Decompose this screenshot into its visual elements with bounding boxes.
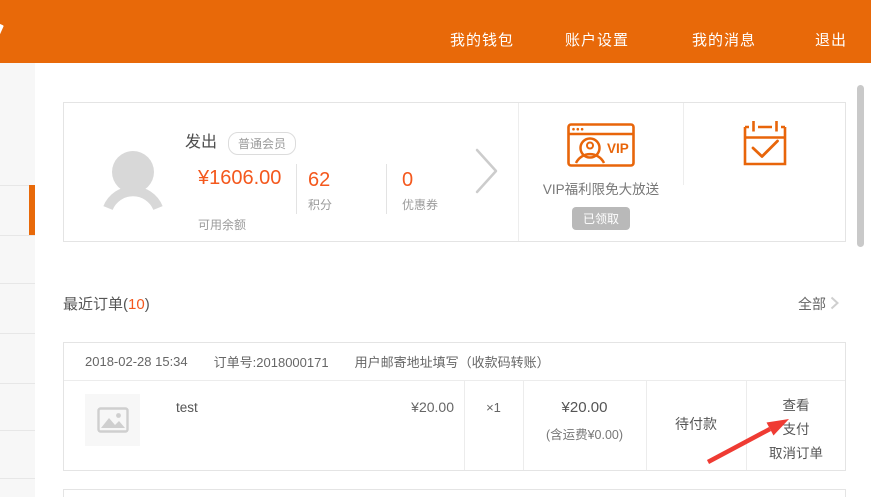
checkin-section xyxy=(684,103,846,241)
quantity: ×1 xyxy=(464,400,523,415)
order-header: 2018-02-28 15:34 订单号:2018000171 用户邮寄地址填写… xyxy=(64,343,845,381)
sidebar-divider xyxy=(0,383,35,384)
user-center-page: 我的钱包 账户设置 我的消息 退出 发出 普通会员 ¥1606.00 可用余额 … xyxy=(0,0,871,497)
stat-divider xyxy=(386,164,387,214)
pay-order-link[interactable]: 支付 xyxy=(746,418,846,438)
recent-orders-title: 最近订单(10) xyxy=(63,293,150,314)
sidebar-active-indicator[interactable] xyxy=(29,185,35,235)
balance-label: 可用余额 xyxy=(198,216,246,233)
svg-text:VIP: VIP xyxy=(607,141,629,156)
points-value[interactable]: 62 xyxy=(308,167,330,193)
top-navbar: 我的钱包 账户设置 我的消息 退出 xyxy=(0,0,871,63)
orders-count: 10 xyxy=(128,296,145,313)
view-order-link[interactable]: 查看 xyxy=(746,394,846,414)
coupons-label: 优惠券 xyxy=(402,196,438,213)
sidebar-divider xyxy=(0,333,35,334)
chevron-right-icon[interactable] xyxy=(474,147,500,200)
points-label: 积分 xyxy=(308,196,332,213)
order-status: 待付款 xyxy=(646,414,746,434)
member-level-badge: 普通会员 xyxy=(228,132,296,155)
order-card-partial xyxy=(63,489,846,497)
profile-card: 发出 普通会员 ¥1606.00 可用余额 62 积分 0 优惠券 xyxy=(63,102,846,242)
product-thumbnail[interactable] xyxy=(85,394,140,446)
shipping-note: (含运费¥0.00) xyxy=(523,424,646,443)
logo-fragment-icon xyxy=(0,24,4,40)
order-note: 用户邮寄地址填写（收款码转账） xyxy=(355,352,550,371)
nav-logout[interactable]: 退出 xyxy=(815,29,847,50)
product-name[interactable]: test xyxy=(176,400,198,415)
order-datetime: 2018-02-28 15:34 xyxy=(85,354,188,369)
nav-my-wallet[interactable]: 我的钱包 xyxy=(450,29,514,50)
order-number: 订单号:2018000171 xyxy=(214,352,329,371)
sidebar-divider xyxy=(0,478,35,479)
sidebar xyxy=(0,63,35,497)
balance-value[interactable]: ¥1606.00 xyxy=(198,165,288,191)
vip-claimed-badge[interactable]: 已领取 xyxy=(572,207,630,230)
order-actions: 查看 支付 取消订单 xyxy=(746,381,846,470)
username: 发出 xyxy=(185,128,217,152)
stat-divider xyxy=(296,164,297,214)
unit-price: ¥20.00 xyxy=(394,399,454,415)
vip-browser-search-icon: VIP xyxy=(567,123,635,172)
coupons-value[interactable]: 0 xyxy=(402,167,413,193)
avatar-icon xyxy=(103,148,163,215)
nav-my-messages[interactable]: 我的消息 xyxy=(692,29,756,50)
sidebar-divider xyxy=(0,235,35,236)
scrollbar-thumb[interactable] xyxy=(857,85,864,247)
sidebar-divider xyxy=(0,430,35,431)
cancel-order-link[interactable]: 取消订单 xyxy=(746,442,846,462)
total-amount: ¥20.00 xyxy=(523,399,646,416)
vip-promo-section: VIP VIP福利限免大放送 已领取 xyxy=(519,103,683,241)
image-placeholder-icon xyxy=(97,407,129,433)
vip-promo-title: VIP福利限免大放送 xyxy=(519,178,683,198)
chevron-right-icon[interactable] xyxy=(830,296,839,315)
order-card: 2018-02-28 15:34 订单号:2018000171 用户邮寄地址填写… xyxy=(63,342,846,471)
order-body: test ¥20.00 ×1 ¥20.00 (含运费¥0.00) 待付款 查看 … xyxy=(64,381,845,470)
column-divider xyxy=(464,381,465,470)
calendar-check-icon[interactable] xyxy=(741,120,789,172)
view-all-orders-link[interactable]: 全部 xyxy=(798,294,826,314)
nav-account-settings[interactable]: 账户设置 xyxy=(565,29,629,50)
sidebar-divider xyxy=(0,283,35,284)
